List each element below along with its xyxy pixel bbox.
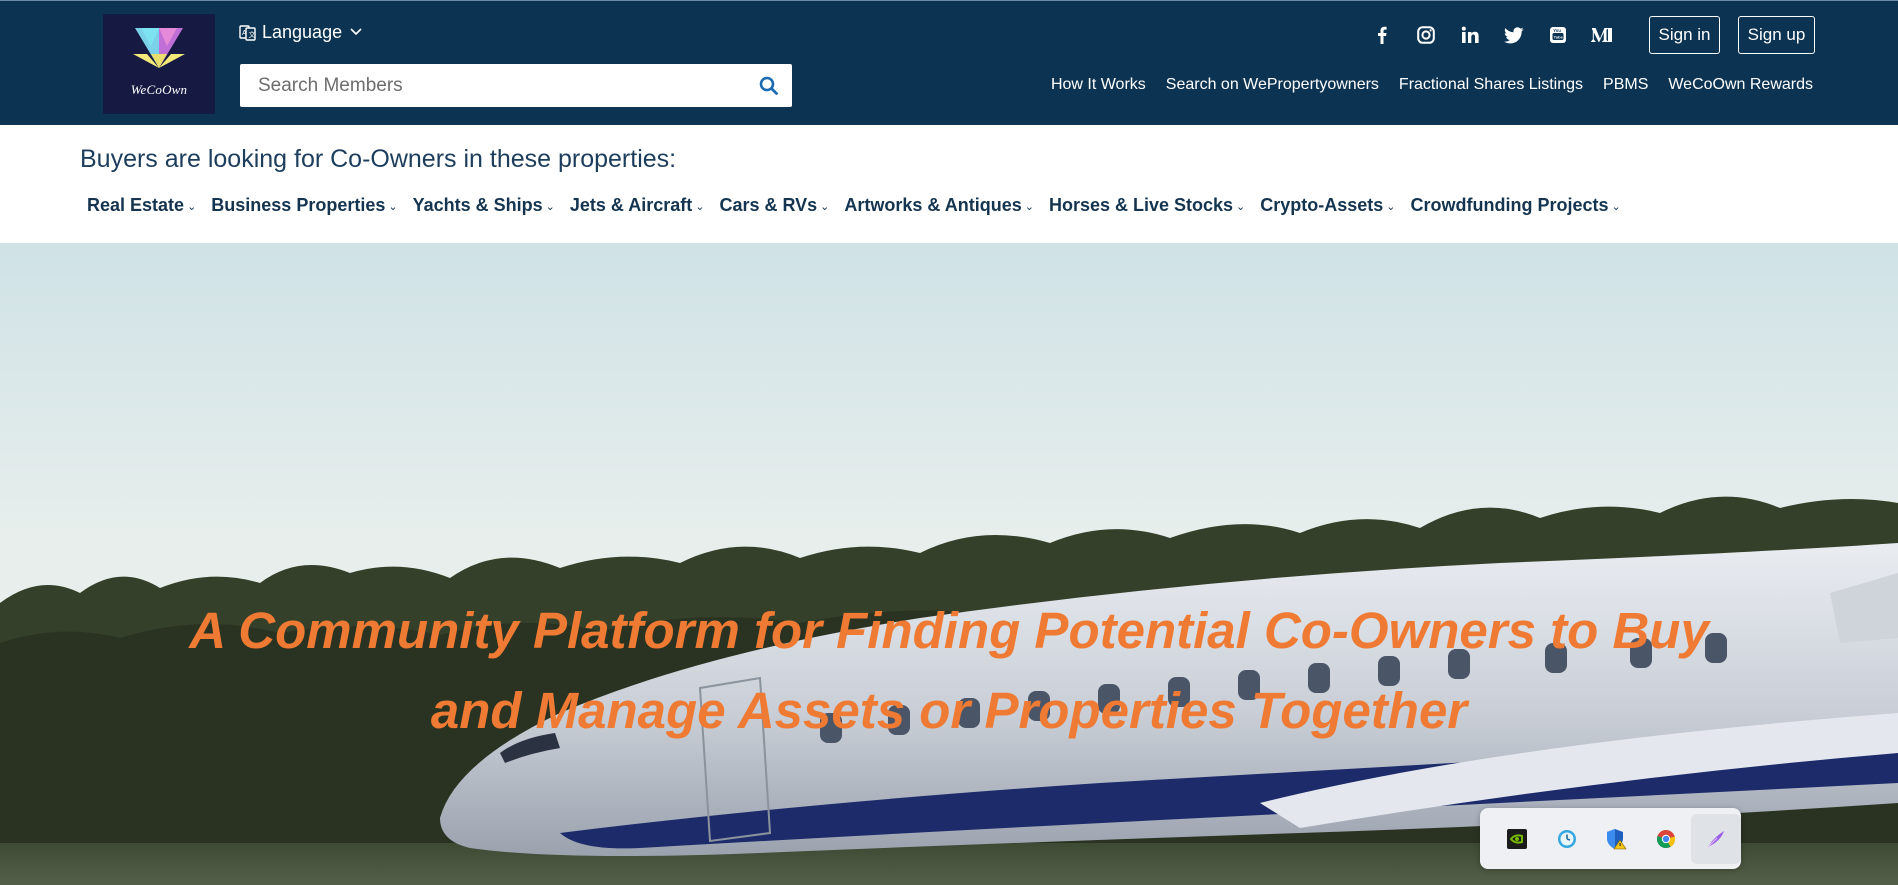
category-business-properties[interactable]: Business Properties ⌄ <box>211 195 397 216</box>
chevron-down-icon: ⌄ <box>545 201 555 213</box>
category-label: Jets & Aircraft <box>569 195 693 215</box>
tray-pen-app[interactable] <box>1691 813 1741 864</box>
search-icon <box>759 76 778 95</box>
clock-app-icon <box>1557 829 1576 848</box>
hero-title-line-1: A Community Platform for Finding Potenti… <box>189 602 1709 659</box>
logo-mark-icon <box>133 28 185 68</box>
instagram-icon <box>1417 26 1435 44</box>
medium-link[interactable] <box>1580 23 1624 47</box>
chevron-down-icon <box>350 28 362 36</box>
category-cars-rvs[interactable]: Cars & RVs ⌄ <box>719 195 829 216</box>
wecoown-logo[interactable]: WeCoOwn <box>103 14 215 114</box>
category-real-estate[interactable]: Real Estate ⌄ <box>87 195 196 216</box>
medium-icon <box>1591 28 1612 42</box>
hero-title-line-2: and Manage Assets or Properties Together <box>430 682 1468 739</box>
logo-text: WeCoOwn <box>130 82 188 97</box>
chevron-down-icon: ⌄ <box>388 201 398 213</box>
chevron-down-icon: ⌄ <box>695 201 705 213</box>
search-input[interactable] <box>240 64 744 107</box>
category-label: Crowdfunding Projects <box>1410 195 1609 215</box>
chevron-down-icon: ⌄ <box>1386 201 1396 213</box>
category-heading: Buyers are looking for Co-Owners in thes… <box>80 145 677 173</box>
category-artworks-antiques[interactable]: Artworks & Antiques ⌄ <box>844 195 1034 216</box>
category-label: Cars & RVs <box>719 195 818 215</box>
sign-up-button[interactable]: Sign up <box>1738 16 1815 54</box>
tray-chrome[interactable] <box>1641 814 1691 864</box>
member-search-box <box>240 64 792 107</box>
twitter-link[interactable] <box>1492 23 1536 47</box>
search-button[interactable] <box>744 64 792 107</box>
youtube-link[interactable]: You Tube <box>1536 23 1580 47</box>
category-jets-aircraft[interactable]: Jets & Aircraft ⌄ <box>570 195 705 216</box>
category-label: Horses & Live Stocks <box>1048 195 1234 215</box>
category-label: Artworks & Antiques <box>844 195 1022 215</box>
category-label: Real Estate <box>87 195 185 215</box>
chevron-down-icon: ⌄ <box>1236 201 1246 213</box>
hero-jet-image <box>0 243 1898 885</box>
linkedin-link[interactable] <box>1448 23 1492 47</box>
category-horses-live-stocks[interactable]: Horses & Live Stocks ⌄ <box>1049 195 1245 216</box>
svg-text:You: You <box>1553 28 1561 33</box>
nav-pbms[interactable]: PBMS <box>1603 76 1648 94</box>
top-nav: How It Works Search on WePropertyowners … <box>1051 76 1813 94</box>
top-header: WeCoOwn A 文 Language Search Members You … <box>0 0 1898 125</box>
nav-how-it-works[interactable]: How It Works <box>1051 76 1146 94</box>
category-crowdfunding-projects[interactable]: Crowdfunding Projects ⌄ <box>1411 195 1621 216</box>
nvidia-icon <box>1506 828 1527 849</box>
hero-title: A Community Platform for Finding Potenti… <box>0 591 1898 751</box>
linkedin-icon <box>1461 26 1479 43</box>
system-tray-popup <box>1480 808 1741 869</box>
language-selector[interactable]: A 文 Language <box>239 21 362 43</box>
category-menu: Real Estate ⌄ Business Properties ⌄ Yachts… <box>87 195 1636 216</box>
sign-in-button[interactable]: Sign in <box>1649 16 1720 54</box>
language-label: Language <box>262 21 343 42</box>
tray-nvidia[interactable] <box>1492 814 1542 864</box>
chevron-down-icon: ⌄ <box>1611 201 1621 213</box>
tray-security[interactable] <box>1592 814 1642 864</box>
category-label: Business Properties <box>211 195 386 215</box>
chevron-down-icon: ⌄ <box>187 201 197 213</box>
feather-pen-icon <box>1707 830 1725 847</box>
svg-text:文: 文 <box>249 30 256 39</box>
category-bar: Buyers are looking for Co-Owners in thes… <box>0 125 1898 243</box>
nav-search-wepropertyowners[interactable]: Search on WePropertyowners <box>1166 76 1379 94</box>
svg-text:Tube: Tube <box>1554 35 1564 40</box>
security-shield-icon <box>1607 828 1628 849</box>
nav-wecoown-rewards[interactable]: WeCoOwn Rewards <box>1668 76 1813 94</box>
category-label: Yachts & Ships <box>412 195 543 215</box>
nav-fractional-shares-listings[interactable]: Fractional Shares Listings <box>1399 76 1583 94</box>
hero-banner: A Community Platform for Finding Potenti… <box>0 243 1898 885</box>
chevron-down-icon: ⌄ <box>1024 201 1034 213</box>
facebook-link[interactable] <box>1360 23 1404 47</box>
svg-text:A: A <box>242 30 247 37</box>
category-yachts-ships[interactable]: Yachts & Ships ⌄ <box>413 195 555 216</box>
facebook-icon <box>1378 26 1387 44</box>
translate-icon: A 文 <box>239 24 256 41</box>
category-label: Crypto-Assets <box>1260 195 1384 215</box>
instagram-link[interactable] <box>1404 23 1448 47</box>
social-links: You Tube <box>1360 23 1624 47</box>
chevron-down-icon: ⌄ <box>820 201 830 213</box>
tray-clock-app[interactable] <box>1542 814 1592 864</box>
twitter-icon <box>1504 26 1524 43</box>
youtube-icon: You Tube <box>1550 27 1566 43</box>
category-crypto-assets[interactable]: Crypto-Assets ⌄ <box>1260 195 1395 216</box>
chrome-icon <box>1657 829 1676 848</box>
